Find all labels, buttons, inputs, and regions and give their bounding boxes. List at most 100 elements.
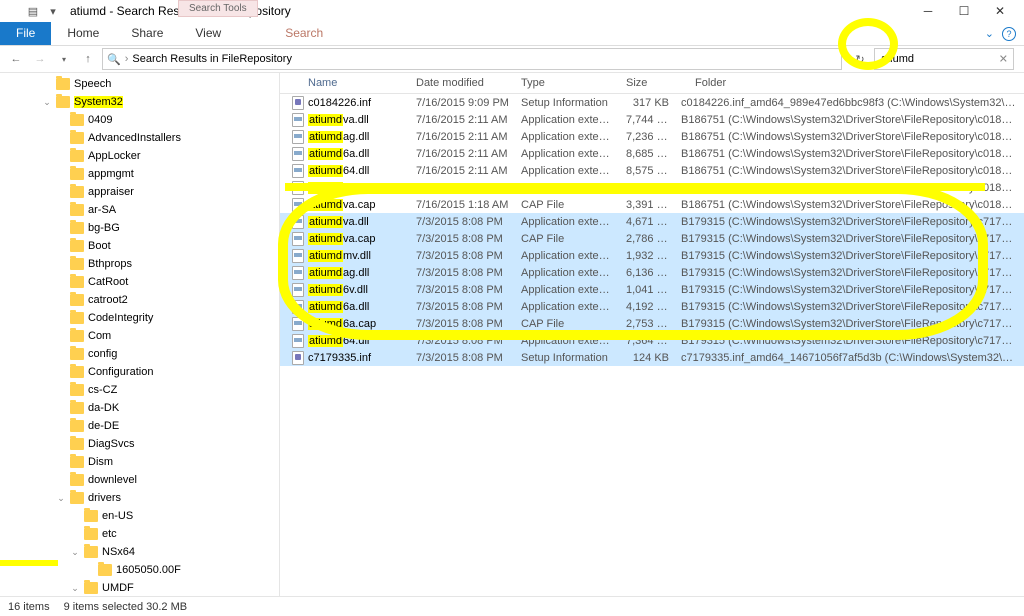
tree-node[interactable]: da-DK — [0, 399, 279, 417]
result-row[interactable]: atiumdmv.dll7/3/2015 8:08 PMApplication … — [280, 247, 1024, 264]
cell-size: 317 KB — [620, 97, 675, 109]
result-row[interactable]: atiumdag.dll7/3/2015 8:08 PMApplication … — [280, 264, 1024, 281]
folder-tree[interactable]: Speech⌄System320409AdvancedInstallersApp… — [0, 73, 280, 596]
result-row[interactable]: atiumdva.dll7/3/2015 8:08 PMApplication … — [280, 213, 1024, 230]
folder-icon — [84, 510, 98, 522]
cell-folder: B186751 (C:\Windows\System32\DriverStore… — [675, 182, 1024, 194]
cell-type: Application extens... — [515, 216, 620, 228]
tree-node[interactable]: Configuration — [0, 363, 279, 381]
search-clear-button[interactable]: ✕ — [999, 53, 1008, 66]
column-folder[interactable]: Folder — [675, 73, 1024, 93]
tree-node[interactable]: Speech — [0, 75, 279, 93]
folder-icon — [70, 258, 84, 270]
result-row[interactable]: c7179335.inf7/3/2015 8:08 PMSetup Inform… — [280, 349, 1024, 366]
tree-label: drivers — [88, 492, 121, 504]
tree-node[interactable]: cs-CZ — [0, 381, 279, 399]
cell-date: 7/3/2015 8:08 PM — [410, 335, 515, 347]
results-pane[interactable]: Name Date modified Type Size Folder c018… — [280, 73, 1024, 596]
column-type[interactable]: Type — [515, 73, 620, 93]
tab-share[interactable]: Share — [115, 22, 179, 45]
tree-node[interactable]: 0409 — [0, 111, 279, 129]
cell-date: 7/3/2015 8:08 PM — [410, 318, 515, 330]
nav-back-button[interactable]: ← — [6, 49, 26, 69]
cell-type: CAP File — [515, 182, 620, 194]
tree-node[interactable]: AppLocker — [0, 147, 279, 165]
tree-node[interactable]: ⌄System32 — [0, 93, 279, 111]
file-name: c7179335.inf — [308, 352, 371, 364]
search-tools-tab[interactable]: Search Tools — [178, 0, 258, 17]
search-input[interactable] — [874, 48, 1014, 70]
result-row[interactable]: atiumd6a.cap7/16/2015 1:23 AMCAP File3,3… — [280, 179, 1024, 196]
tab-view[interactable]: View — [179, 22, 237, 45]
result-row[interactable]: atiumd6a.dll7/3/2015 8:08 PMApplication … — [280, 298, 1024, 315]
tree-node[interactable]: ⌄drivers — [0, 489, 279, 507]
result-row[interactable]: atiumd64.dll7/16/2015 2:11 AMApplication… — [280, 162, 1024, 179]
tree-node[interactable]: ar-SA — [0, 201, 279, 219]
tree-node[interactable]: ⌄UMDF — [0, 579, 279, 596]
quick-folder-icon[interactable] — [4, 2, 22, 20]
quick-customize-icon[interactable]: ▾ — [44, 2, 62, 20]
tree-node[interactable]: appmgmt — [0, 165, 279, 183]
tree-label: config — [88, 348, 117, 360]
tree-node[interactable]: de-DE — [0, 417, 279, 435]
folder-icon — [70, 186, 84, 198]
address-bar[interactable]: 🔍 › Search Results in FileRepository — [102, 48, 842, 70]
tree-label: CatRoot — [88, 276, 128, 288]
help-icon[interactable]: ? — [1002, 27, 1016, 41]
tree-label: 1605050.00F — [116, 564, 181, 576]
tree-node[interactable]: CatRoot — [0, 273, 279, 291]
tree-node[interactable]: etc — [0, 525, 279, 543]
tree-node[interactable]: ⌄NSx64 — [0, 543, 279, 561]
cell-folder: B186751 (C:\Windows\System32\DriverStore… — [675, 114, 1024, 126]
folder-icon — [84, 528, 98, 540]
dll-file-icon — [292, 130, 304, 144]
tree-node[interactable]: Dism — [0, 453, 279, 471]
tree-label: Configuration — [88, 366, 153, 378]
column-date[interactable]: Date modified — [410, 73, 515, 93]
quick-props-icon[interactable]: ▤ — [24, 2, 42, 20]
result-row[interactable]: atiumd6a.cap7/3/2015 8:08 PMCAP File2,75… — [280, 315, 1024, 332]
column-name[interactable]: Name — [280, 73, 410, 93]
tree-node[interactable]: appraiser — [0, 183, 279, 201]
tree-node[interactable]: AdvancedInstallers — [0, 129, 279, 147]
maximize-button[interactable]: ☐ — [952, 4, 976, 18]
cell-date: 7/3/2015 8:08 PM — [410, 250, 515, 262]
column-size[interactable]: Size — [620, 73, 675, 93]
cell-date: 7/3/2015 8:08 PM — [410, 233, 515, 245]
tree-node[interactable]: Bthprops — [0, 255, 279, 273]
result-row[interactable]: c0184226.inf7/16/2015 9:09 PMSetup Infor… — [280, 94, 1024, 111]
tree-node[interactable]: config — [0, 345, 279, 363]
tab-search[interactable]: Search — [269, 22, 339, 45]
tree-node[interactable]: catroot2 — [0, 291, 279, 309]
result-row[interactable]: atiumd6a.dll7/16/2015 2:11 AMApplication… — [280, 145, 1024, 162]
file-name: atiumdmv.dll — [308, 250, 371, 262]
tab-file[interactable]: File — [0, 22, 51, 45]
result-row[interactable]: atiumdva.dll7/16/2015 2:11 AMApplication… — [280, 111, 1024, 128]
result-row[interactable]: atiumd6v.dll7/3/2015 8:08 PMApplication … — [280, 281, 1024, 298]
result-row[interactable]: atiumdag.dll7/16/2015 2:11 AMApplication… — [280, 128, 1024, 145]
tree-node[interactable]: downlevel — [0, 471, 279, 489]
result-row[interactable]: atiumdva.cap7/16/2015 1:18 AMCAP File3,3… — [280, 196, 1024, 213]
nav-forward-button[interactable]: → — [30, 49, 50, 69]
nav-recent-button[interactable]: ▾ — [54, 49, 74, 69]
result-row[interactable]: atiumdva.cap7/3/2015 8:08 PMCAP File2,78… — [280, 230, 1024, 247]
tree-node[interactable]: CodeIntegrity — [0, 309, 279, 327]
dll-file-icon — [292, 249, 304, 263]
minimize-button[interactable]: ─ — [916, 4, 940, 18]
ribbon-expand-icon[interactable]: ⌄ — [985, 27, 994, 40]
tree-node[interactable]: bg-BG — [0, 219, 279, 237]
result-row[interactable]: atiumd64.dll7/3/2015 8:08 PMApplication … — [280, 332, 1024, 349]
refresh-button[interactable]: ↻ — [850, 53, 870, 66]
dll-file-icon — [292, 198, 304, 212]
tab-home[interactable]: Home — [51, 22, 115, 45]
tree-node[interactable]: DiagSvcs — [0, 435, 279, 453]
cell-size: 3,391 KB — [620, 199, 675, 211]
tree-node[interactable]: Com — [0, 327, 279, 345]
cell-folder: B186751 (C:\Windows\System32\DriverStore… — [675, 199, 1024, 211]
close-button[interactable]: ✕ — [988, 4, 1012, 18]
nav-up-button[interactable]: ↑ — [78, 49, 98, 69]
tree-node[interactable]: 1605050.00F — [0, 561, 279, 579]
tree-node[interactable]: Boot — [0, 237, 279, 255]
folder-icon — [70, 330, 84, 342]
tree-node[interactable]: en-US — [0, 507, 279, 525]
